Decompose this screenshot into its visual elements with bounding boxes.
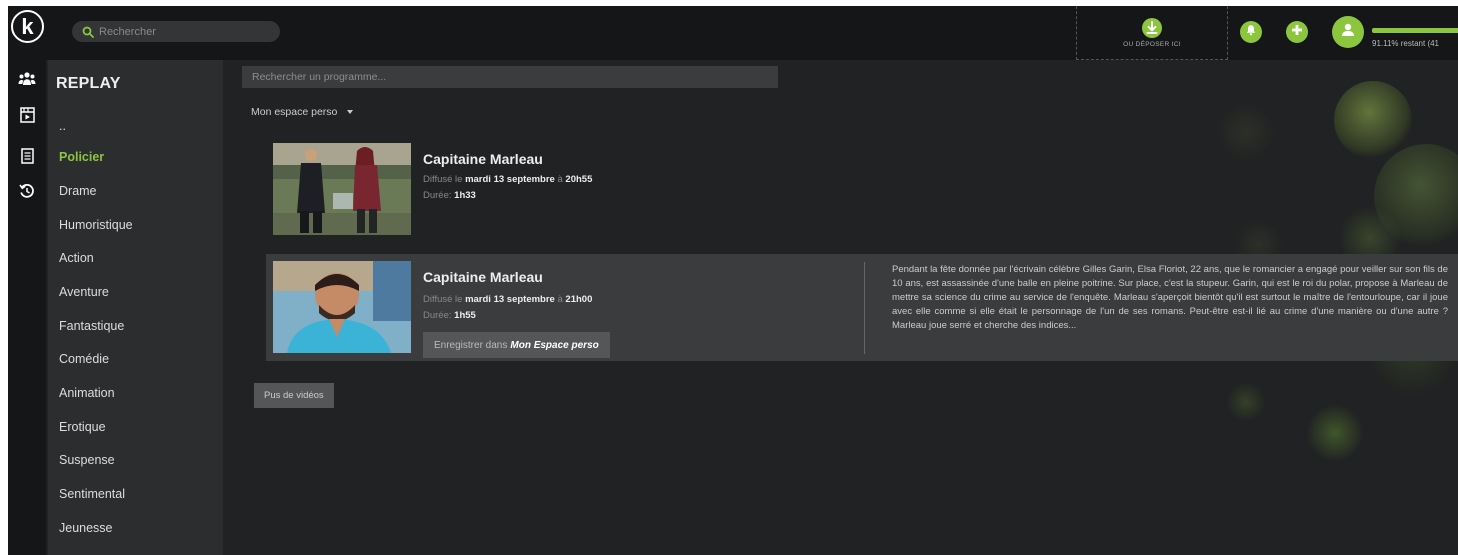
program-duration-info: Durée: 1h55: [423, 310, 476, 321]
notifications-button[interactable]: [1240, 21, 1262, 43]
decorative-bubble: [1306, 404, 1364, 462]
program-card-expanded[interactable]: Capitaine Marleau Diffusé le mardi 13 se…: [266, 254, 1458, 361]
decorative-bubble: [1226, 382, 1266, 422]
bell-icon: [1245, 23, 1257, 41]
program-broadcast-info: Diffusé le mardi 13 septembre à 21h00: [423, 294, 592, 305]
add-button[interactable]: [1286, 21, 1308, 43]
broadcast-prefix: Diffusé le: [423, 294, 463, 305]
duration-value: 1h55: [454, 310, 476, 321]
global-search[interactable]: [72, 21, 280, 42]
duration-value: 1h33: [454, 190, 476, 201]
sidebar-title: REPLAY: [56, 75, 121, 92]
sidebar-item-humoristique[interactable]: Humoristique: [59, 218, 133, 232]
duration-label: Durée:: [423, 310, 452, 321]
program-search-input[interactable]: [242, 66, 778, 88]
history-icon[interactable]: [17, 181, 37, 201]
broadcast-time: 20h55: [565, 174, 593, 185]
program-thumbnail[interactable]: [273, 261, 411, 353]
app-window: k OU DÉPOSER ICI: [8, 6, 1458, 555]
broadcast-at: à: [557, 294, 563, 305]
user-avatar[interactable]: [1332, 16, 1364, 48]
app-logo[interactable]: k: [11, 10, 44, 43]
space-select-value: Mon espace perso: [251, 106, 338, 118]
sidebar-item-jeunesse[interactable]: Jeunesse: [59, 521, 113, 535]
sidebar-item-erotique[interactable]: Erotique: [59, 420, 106, 434]
space-select[interactable]: Mon espace perso: [251, 106, 354, 118]
caret-down-icon: [347, 110, 354, 114]
sidebar-item-drame[interactable]: Drame: [59, 184, 97, 198]
plus-icon: [1291, 23, 1303, 41]
group-icon[interactable]: [17, 69, 37, 89]
sidebar-item-sentimental[interactable]: Sentimental: [59, 487, 125, 501]
icon-rail: [8, 60, 46, 555]
duration-label: Durée:: [423, 190, 452, 201]
broadcast-prefix: Diffusé le: [423, 174, 463, 185]
broadcast-time: 21h00: [565, 294, 593, 305]
divider: [864, 262, 865, 354]
broadcast-date: mardi 13 septembre: [465, 294, 555, 305]
sidebar-item-aventure[interactable]: Aventure: [59, 285, 109, 299]
upload-dropzone[interactable]: OU DÉPOSER ICI: [1076, 6, 1228, 60]
dropzone-label: OU DÉPOSER ICI: [1123, 40, 1181, 48]
clapperboard-icon[interactable]: [17, 105, 37, 125]
category-sidebar: REPLAY .. Policier Drame Humoristique Ac…: [48, 60, 223, 555]
program-synopsis: Pendant la fête donnée par l'écrivain cé…: [892, 264, 1448, 331]
sidebar-item-animation[interactable]: Animation: [59, 386, 115, 400]
quota-text: 91.11% restant (41: [1372, 39, 1440, 48]
download-icon: [1142, 17, 1162, 38]
document-list-icon[interactable]: [17, 146, 37, 166]
sidebar-item-comedie[interactable]: Comédie: [59, 352, 109, 366]
program-broadcast-info: Diffusé le mardi 13 septembre à 20h55: [423, 174, 592, 185]
sidebar-item-fantastique[interactable]: Fantastique: [59, 319, 124, 333]
record-target: Mon Espace perso: [510, 339, 599, 351]
program-duration-info: Durée: 1h33: [423, 190, 476, 201]
top-bar: k OU DÉPOSER ICI: [8, 6, 1458, 60]
more-videos-button[interactable]: Pus de vidéos: [254, 383, 334, 408]
program-thumbnail[interactable]: [273, 143, 411, 235]
search-icon: [82, 26, 94, 38]
sidebar-item-parent[interactable]: ..: [59, 119, 66, 133]
quota-progress-bar: [1372, 28, 1458, 33]
sidebar-item-suspense[interactable]: Suspense: [59, 453, 115, 467]
global-search-input[interactable]: [99, 25, 269, 38]
program-title[interactable]: Capitaine Marleau: [423, 151, 543, 167]
user-icon: [1340, 22, 1356, 43]
broadcast-at: à: [557, 174, 563, 185]
logo-letter: k: [21, 13, 34, 39]
program-title[interactable]: Capitaine Marleau: [423, 269, 543, 285]
record-button[interactable]: Enregistrer dans Mon Espace perso: [423, 332, 610, 358]
program-card[interactable]: Capitaine Marleau Diffusé le mardi 13 se…: [266, 140, 1456, 240]
record-prefix: Enregistrer dans: [434, 339, 508, 351]
sidebar-item-policier[interactable]: Policier: [59, 150, 104, 164]
sidebar-item-action[interactable]: Action: [59, 251, 94, 265]
broadcast-date: mardi 13 septembre: [465, 174, 555, 185]
